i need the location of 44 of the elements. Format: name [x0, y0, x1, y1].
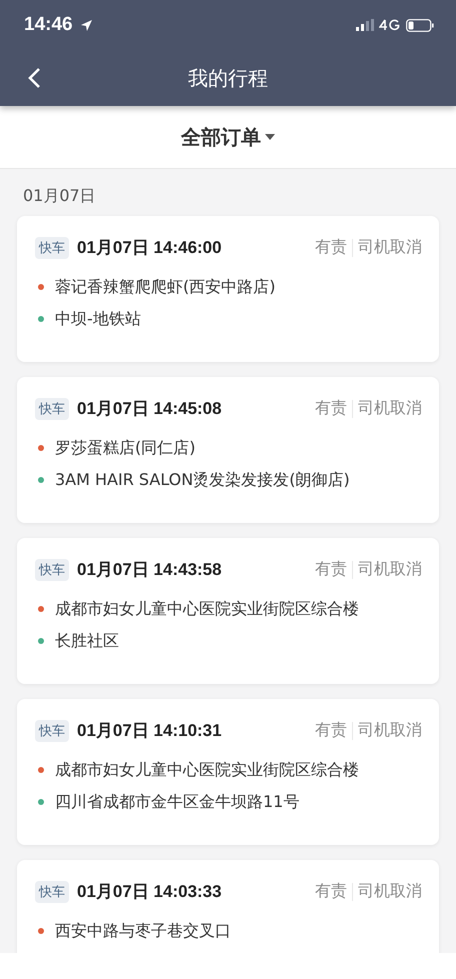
location-arrow-icon: [80, 18, 93, 32]
ride-type-tag: 快车: [35, 236, 69, 258]
ride-type-tag: 快车: [35, 558, 69, 580]
address-text: 中坝-地铁站: [55, 308, 141, 330]
responsibility-label: 有责: [315, 559, 347, 580]
battery-icon: [406, 18, 434, 32]
caret-icon: [265, 134, 275, 140]
order-time: 01月07日 14:10:31: [77, 720, 222, 742]
address-text: 成都市妇女儿童中心医院实业街院区综合楼: [55, 598, 359, 620]
back-icon[interactable]: [27, 67, 41, 89]
order-card[interactable]: 快车 01月07日 14:45:08 有责 司机取消 罗莎蛋糕店(同仁店) 3AM HAIR SALON烫发染发接发(朗御店): [17, 377, 439, 523]
responsibility-label: 有责: [315, 720, 347, 741]
address-text: 3AM HAIR SALON烫发染发接发(朗御店): [55, 470, 350, 490]
responsibility-label: 有责: [315, 881, 347, 902]
address-text: 成都市妇女儿童中心医院实业街院区综合楼: [55, 760, 359, 780]
network-4g-icon: [379, 19, 401, 31]
address-text: 长胜社区: [55, 630, 119, 652]
address-text: 罗莎蛋糕店(同仁店): [55, 438, 196, 458]
date-heading: 01月07日: [22, 185, 97, 207]
ride-type-tag: 快车: [35, 880, 69, 902]
order-card[interactable]: 快车 01月07日 14:43:58 有责 司机取消 成都市妇女儿童中心医院实业街院区综合楼 长胜社区: [17, 538, 439, 684]
order-status: 司机取消: [358, 720, 422, 741]
order-time: 01月07日 14:46:00: [77, 237, 222, 259]
order-status: 司机取消: [358, 881, 422, 902]
order-time: 01月07日 14:03:33: [77, 881, 222, 903]
status-time: 14:46: [24, 14, 73, 36]
order-card[interactable]: 快车 01月07日 14:03:33 有责 司机取消 西安中路与枣子巷交叉口: [17, 860, 439, 953]
ride-type-tag: 快车: [35, 720, 69, 742]
order-filter-dropdown[interactable]: 全部订单: [181, 124, 275, 150]
responsibility-label: 有责: [315, 398, 347, 419]
order-status: 司机取消: [358, 237, 422, 258]
responsibility-label: 有责: [315, 237, 347, 258]
order-status: 司机取消: [358, 398, 422, 419]
order-card[interactable]: 快车 01月07日 14:46:00 有责 司机取消 蓉记香辣蟹爬爬虾(西安中路店) 中坝-地铁站: [17, 216, 439, 362]
ride-type-tag: 快车: [35, 398, 69, 420]
address-text: 西安中路与枣子巷交叉口: [55, 920, 231, 942]
address-text: 四川省成都市金牛区金牛坝路11号: [55, 792, 300, 812]
page-title: 我的行程: [188, 64, 268, 92]
order-time: 01月07日 14:45:08: [77, 398, 222, 420]
order-card[interactable]: 快车 01月07日 14:10:31 有责 司机取消 成都市妇女儿童中心医院实业街院区综合楼 四川省成都市金牛区金牛坝路11号: [17, 699, 439, 845]
order-status: 司机取消: [358, 559, 422, 580]
signal-icon: [356, 19, 374, 31]
order-time: 01月07日 14:43:58: [77, 559, 222, 581]
address-text: 蓉记香辣蟹爬爬虾(西安中路店): [55, 276, 276, 298]
